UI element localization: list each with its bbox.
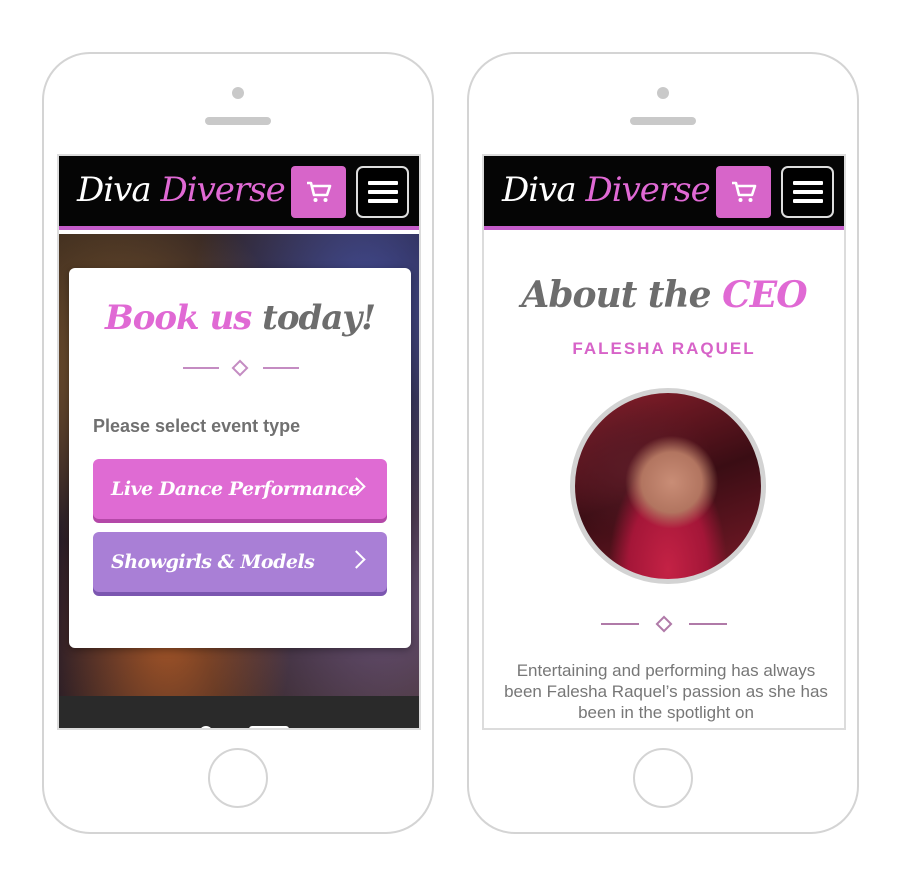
- chevron-right-icon: [347, 550, 366, 569]
- hamburger-menu-icon: [367, 181, 398, 185]
- brand-word-2: Diverse: [585, 170, 710, 210]
- hamburger-line: [792, 190, 823, 194]
- divider-line: [601, 623, 639, 625]
- divider-line: [183, 367, 219, 369]
- hamburger-line: [792, 199, 823, 203]
- ornament-divider: [484, 614, 844, 634]
- home-button: [633, 748, 693, 808]
- social-icon[interactable]: [249, 726, 289, 728]
- brand-word-1: Diva: [502, 170, 577, 210]
- booking-title-rest: today!: [262, 298, 376, 338]
- diamond-icon: [655, 615, 673, 633]
- social-icon[interactable]: [199, 726, 213, 728]
- about-title: About the CEO: [484, 274, 844, 316]
- booking-title-accent: Book us: [104, 298, 252, 338]
- ceo-name: FALESHA RAQUEL: [572, 339, 756, 358]
- hamburger-menu-icon: [792, 181, 823, 185]
- about-title-rest: About the: [521, 274, 711, 316]
- header-bar: Diva Diverse: [59, 156, 419, 230]
- cart-icon: [306, 181, 331, 202]
- diamond-icon: [231, 359, 249, 377]
- cart-icon: [731, 181, 756, 202]
- phone-mockup-right: Diva Diverse About the CEO FALESHA RAQUE…: [467, 52, 859, 834]
- camera-dot: [657, 87, 669, 99]
- camera-dot: [232, 87, 244, 99]
- phone-mockup-left: Diva Diverse Book us today! Please selec…: [42, 52, 434, 834]
- divider-line: [263, 367, 299, 369]
- ceo-bio: Entertaining and performing has always b…: [504, 661, 828, 722]
- booking-title: Book us today!: [69, 298, 411, 338]
- about-screen: Diva Diverse About the CEO FALESHA RAQUE…: [482, 154, 846, 730]
- speaker-grille: [630, 117, 696, 125]
- divider-line: [689, 623, 727, 625]
- brand-logo[interactable]: Diva Diverse: [77, 170, 286, 210]
- live-dance-performance-button[interactable]: Live Dance Performance: [93, 459, 387, 519]
- hamburger-menu-button[interactable]: [356, 166, 409, 218]
- hamburger-line: [367, 190, 398, 194]
- hamburger-menu-button[interactable]: [781, 166, 834, 218]
- home-button: [208, 748, 268, 808]
- cart-button[interactable]: [291, 166, 346, 218]
- brand-word-2: Diverse: [160, 170, 285, 210]
- ornament-divider: [69, 358, 411, 378]
- booking-screen: Diva Diverse Book us today! Please selec…: [57, 154, 421, 730]
- cart-button[interactable]: [716, 166, 771, 218]
- button-label: Showgirls & Models: [111, 551, 315, 573]
- brand-word-1: Diva: [77, 170, 152, 210]
- ceo-avatar: [570, 388, 766, 584]
- header-bar: Diva Diverse: [484, 156, 844, 230]
- brand-logo[interactable]: Diva Diverse: [502, 170, 711, 210]
- showgirls-models-button[interactable]: Showgirls & Models: [93, 532, 387, 592]
- about-title-accent: CEO: [722, 274, 807, 316]
- booking-card: Book us today! Please select event type …: [69, 268, 411, 648]
- event-type-prompt: Please select event type: [93, 416, 301, 436]
- speaker-grille: [205, 117, 271, 125]
- button-label: Live Dance Performance: [111, 478, 360, 500]
- footer-bar: [59, 696, 419, 728]
- hamburger-line: [367, 199, 398, 203]
